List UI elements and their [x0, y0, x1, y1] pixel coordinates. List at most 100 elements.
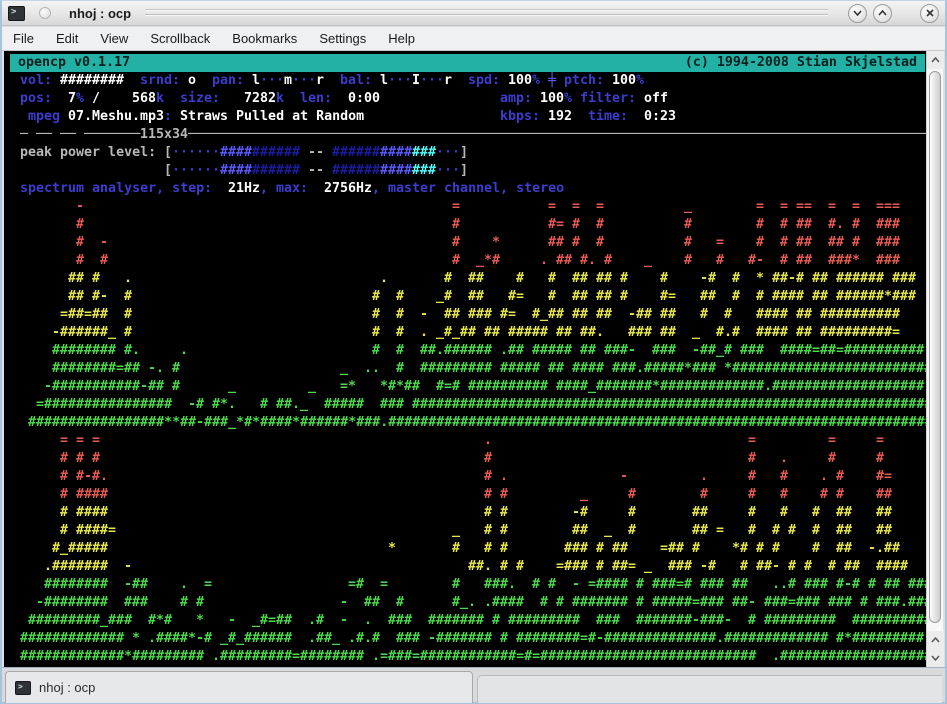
terminal-text-segment: ##: [444, 306, 460, 324]
terminal-text-segment: =################: [36, 396, 172, 414]
scrollbar-thumb[interactable]: [929, 71, 941, 623]
menu-file[interactable]: File: [2, 28, 45, 49]
terminal-text-segment: ##: [796, 306, 812, 324]
terminal-text-segment: _#_##: [436, 324, 476, 342]
terminal-row: ###=########.####: [12, 216, 927, 234]
terminal-text-segment: 100: [508, 72, 532, 90]
terminal-text-segment: Straws Pulled at Random: [180, 108, 364, 126]
terminal-text-segment: #: [836, 468, 844, 486]
terminal-text-segment: ##: [796, 324, 812, 342]
terminal-text-segment: #: [748, 486, 756, 504]
terminal-text-segment: #: [500, 504, 508, 522]
terminal-text-segment: .###################: [772, 648, 932, 666]
terminal-text-segment: /: [92, 90, 100, 108]
close-icon: [926, 9, 934, 17]
minimize-button[interactable]: [848, 4, 867, 23]
terminal-text-segment: k: [156, 90, 164, 108]
terminal-text-segment: -: [620, 468, 628, 486]
terminal-text-segment: 100: [540, 90, 564, 108]
terminal-text-segment: ##: [68, 288, 84, 306]
terminal-row: ===.===: [12, 432, 927, 450]
terminal-text-segment: #: [372, 306, 380, 324]
scroll-down-button[interactable]: [927, 649, 944, 667]
terminal-text-segment: ##########: [820, 306, 900, 324]
terminal-text-segment: [: [164, 144, 172, 162]
terminal-text-segment: m: [284, 72, 292, 90]
titlebar[interactable]: nhoj : ocp: [2, 1, 945, 26]
terminal-text-segment: ########: [44, 576, 108, 594]
terminal-text-segment: -.##: [868, 540, 900, 558]
terminal-text-segment: #*#: [148, 612, 172, 630]
terminal-text-segment: ###: [596, 612, 620, 630]
terminal-text-segment: #: [684, 216, 692, 234]
terminal-text-segment: #####: [324, 396, 364, 414]
terminal-text-segment: =: [748, 432, 756, 450]
terminal-text-segment: .: [780, 450, 788, 468]
terminal-text-segment: ##: [596, 270, 612, 288]
terminal-text-segment: #: [124, 324, 132, 342]
terminal-text-segment: =: [76, 432, 84, 450]
terminal-text-segment: -: [572, 576, 580, 594]
terminal-text-segment: #: [828, 558, 836, 576]
scrollbar[interactable]: [926, 51, 943, 667]
menu-help[interactable]: Help: [377, 28, 426, 49]
terminal-text-segment: #: [452, 252, 460, 270]
terminal-text-segment: _: [580, 486, 588, 504]
menu-settings[interactable]: Settings: [308, 28, 377, 49]
terminal-text-segment: ##: [596, 306, 612, 324]
terminal-display[interactable]: opencp v0.1.17 (c) 1994-2008 Stian Skjel…: [4, 51, 930, 667]
terminal-text-segment: #: [516, 270, 524, 288]
terminal-text-segment: ####: [380, 162, 412, 180]
terminal-text-segment: =#: [348, 576, 364, 594]
terminal-text-segment: #: [100, 252, 108, 270]
terminal-text-segment: _*#: [476, 252, 500, 270]
menu-bookmarks[interactable]: Bookmarks: [221, 28, 308, 49]
terminal-text-segment: ##: [844, 558, 860, 576]
terminal-text-segment: ##: [876, 522, 892, 540]
terminal-text-segment: ####: [756, 306, 788, 324]
terminal-text-segment: =: [452, 198, 460, 216]
menu-edit[interactable]: Edit: [45, 28, 89, 49]
scroll-up-button-bottom[interactable]: [927, 631, 944, 649]
terminal-text-segment: #: [756, 234, 764, 252]
terminal-text-segment: #: [636, 594, 644, 612]
terminal-text-segment: #: [756, 540, 764, 558]
terminal-text-segment: *#########################: [724, 360, 932, 378]
terminal-text-segment: #: [732, 270, 740, 288]
terminal-text-segment: #=#: [436, 378, 460, 396]
maximize-button[interactable]: [873, 4, 892, 23]
terminal-text-segment: ####: [220, 144, 252, 162]
scroll-up-button[interactable]: [927, 51, 944, 69]
terminal-text-segment: 7: [68, 90, 76, 108]
terminal-text-segment: ###: [700, 576, 724, 594]
terminal-text-segment: ###: [380, 396, 404, 414]
terminal-text-segment: #################**##-###_*#*####*######…: [28, 414, 933, 432]
close-button[interactable]: [920, 4, 939, 23]
terminal-text-segment: _: [340, 360, 348, 378]
terminal-text-segment: ##: [612, 540, 628, 558]
session-tab[interactable]: nhoj : ocp: [5, 671, 473, 703]
terminal-text-segment: #####=###: [652, 594, 724, 612]
tab-bar-empty-area: [477, 675, 942, 703]
terminal-text-segment: #: [396, 288, 404, 306]
terminal-text-segment: pan:: [212, 72, 244, 90]
menu-scrollback[interactable]: Scrollback: [139, 28, 221, 49]
terminal-text-segment: peak power level:: [20, 144, 156, 162]
terminal-text-segment: #: [660, 270, 668, 288]
terminal-text-segment: ###: [628, 324, 652, 342]
terminal-text-segment: off: [644, 90, 668, 108]
terminal-app-icon[interactable]: [8, 6, 25, 21]
terminal-text-segment: ==: [796, 198, 812, 216]
terminal-text-segment: ##: [580, 342, 596, 360]
menu-view[interactable]: View: [89, 28, 139, 49]
terminal-text-segment: mpeg: [28, 108, 60, 126]
terminal-text-segment: ##: [556, 252, 572, 270]
terminal-text-segment: #: [828, 450, 836, 468]
window-menu-icon[interactable]: [39, 7, 51, 19]
terminal-text-segment: ##: [700, 288, 716, 306]
terminal-text-segment: #######-###-: [636, 612, 732, 630]
terminal-text-segment: ##.: [580, 324, 604, 342]
terminal-text-segment: 115x34: [140, 126, 188, 144]
terminal-text-segment: #: [780, 216, 788, 234]
terminal-text-segment: #: [76, 234, 84, 252]
